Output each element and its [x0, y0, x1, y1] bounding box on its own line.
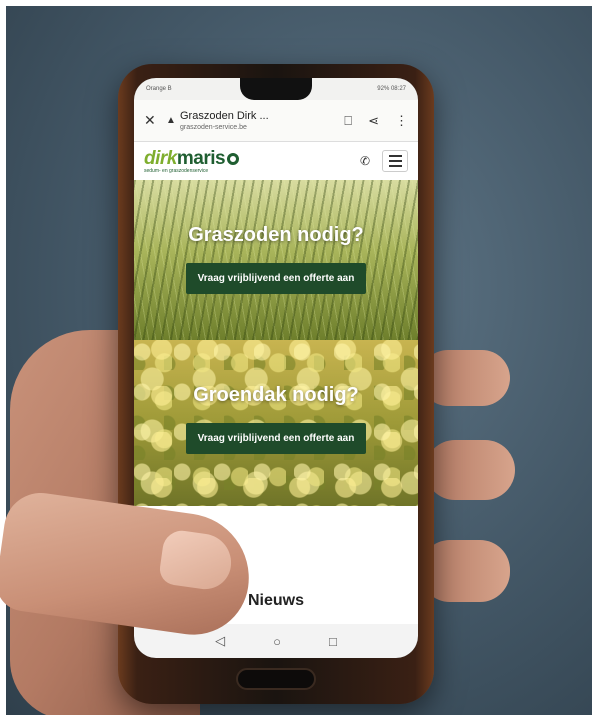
logo-maris: maris [176, 148, 226, 169]
share-icon[interactable]: ⋖ [368, 113, 379, 129]
page-domain: graszoden-service.be [180, 124, 247, 131]
browser-actions: ⎕ ⋖ ⋮ [344, 113, 408, 129]
home-icon[interactable]: ○ [273, 634, 281, 649]
fingerprint-home-button[interactable] [236, 668, 316, 690]
quote-button-groendak[interactable]: Vraag vrijblijvend een offerte aan [185, 423, 367, 454]
hero-graszoden: Graszoden nodig? Vraag vrijblijvend een … [134, 180, 418, 340]
hero-groendak-title: Groendak nodig? [193, 384, 359, 406]
hero-groendak: Groendak nodig? Vraag vrijblijvend een o… [134, 340, 418, 506]
logo-dirk: dirk [144, 148, 177, 169]
thumbnail [157, 528, 235, 593]
battery-time-status: 92% 08:27 [377, 86, 406, 92]
menu-button[interactable] [382, 150, 408, 172]
hero-graszoden-title: Graszoden nodig? [188, 224, 364, 246]
hamburger-icon [388, 155, 402, 157]
warning-icon[interactable]: ▲ [166, 115, 180, 126]
logo-circle-icon [227, 152, 240, 165]
logo-tagline: sedum- en graszodenservice [144, 168, 209, 174]
bookmark-icon[interactable]: ⎕ [344, 113, 352, 129]
finger [425, 440, 515, 500]
url-info[interactable]: Graszoden Dirk ... graszoden-service.be [180, 110, 344, 131]
page-title: Graszoden Dirk ... [180, 110, 269, 122]
site-logo[interactable]: dirkmaris sedum- en graszodenservice [144, 148, 360, 174]
carrier-status: Orange B [146, 86, 172, 92]
hamburger-line [388, 160, 402, 162]
site-header: dirkmaris sedum- en graszodenservice ✆ [134, 142, 418, 180]
back-icon[interactable]: ◁ [215, 633, 225, 649]
quote-button-graszoden[interactable]: Vraag vrijblijvend een offerte aan [185, 263, 367, 294]
more-icon[interactable]: ⋮ [395, 113, 408, 129]
hamburger-line [388, 165, 402, 167]
phone-icon[interactable]: ✆ [360, 154, 370, 168]
close-icon[interactable]: ✕ [144, 112, 166, 129]
browser-url-bar: ✕ ▲ Graszoden Dirk ... graszoden-service… [134, 100, 418, 142]
camera-notch [240, 78, 312, 100]
recent-apps-icon[interactable]: □ [329, 634, 337, 649]
